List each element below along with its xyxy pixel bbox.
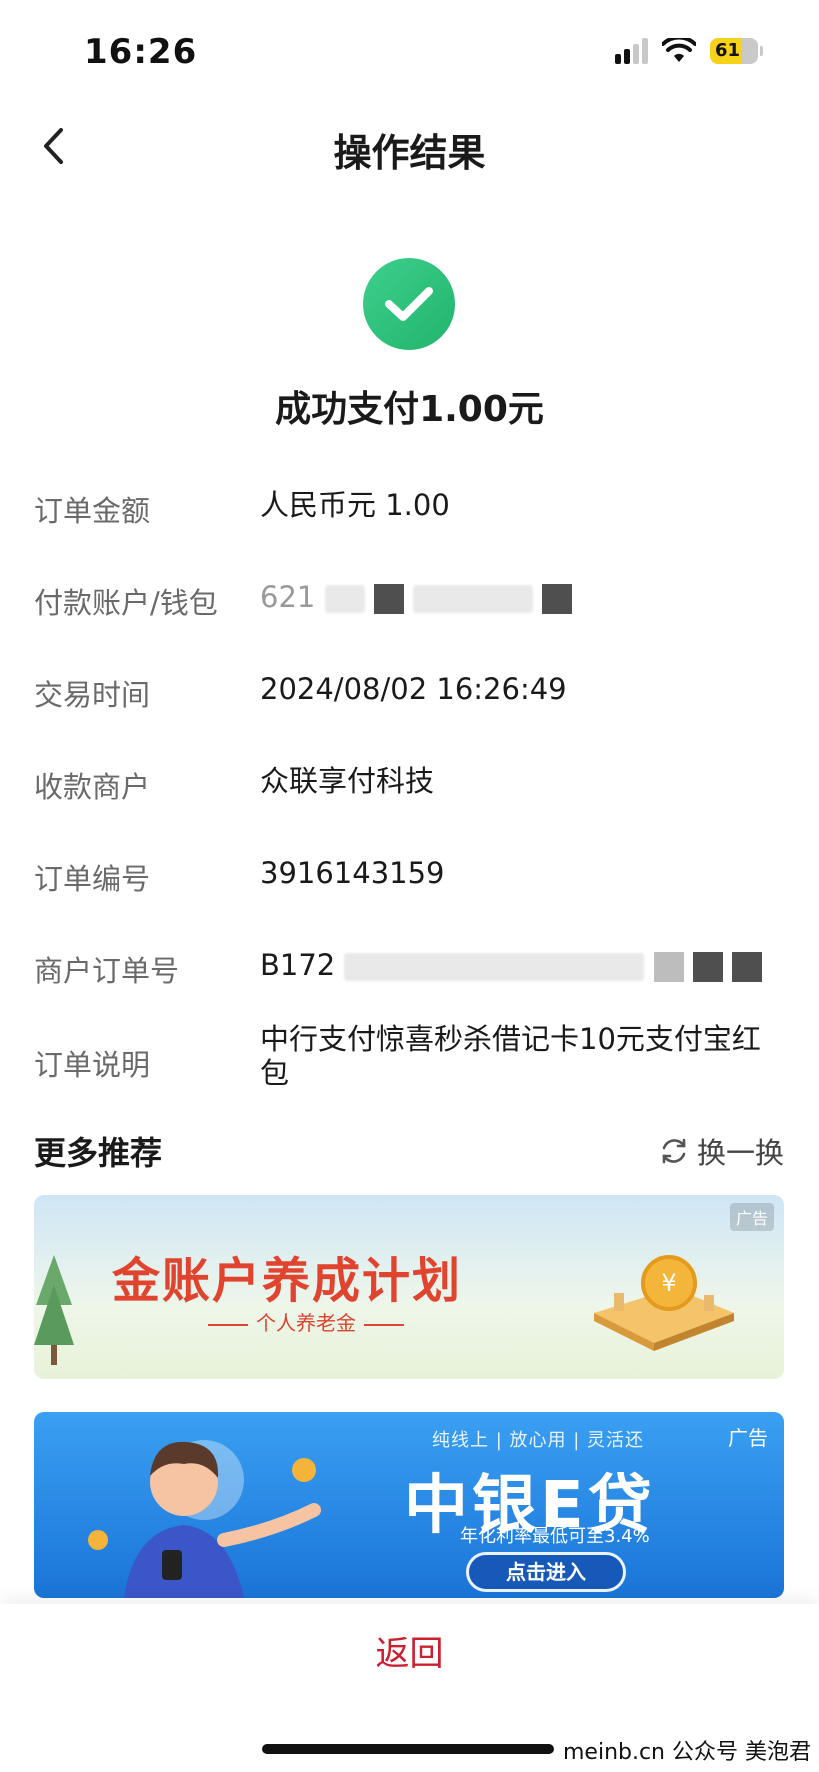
watermark: meinb.cn 公众号 美泡君 — [562, 1740, 811, 1765]
detail-value: 2024/08/02 16:26:49 — [260, 672, 567, 706]
detail-value: 众联享付科技 — [260, 764, 435, 798]
ad-tag: 广告 — [729, 1203, 774, 1231]
redaction-mosaic — [732, 952, 763, 982]
more-recommend-header: 更多推荐 换一换 — [34, 1128, 784, 1178]
cellular-signal-icon — [615, 38, 648, 64]
loan-banner[interactable]: 纯线上 | 放心用 | 灵活还 中银E贷 年化利率最低可至3.4% 点击进入 广… — [34, 1412, 784, 1598]
banner-tagline: 纯线上 | 放心用 | 灵活还 — [432, 1430, 645, 1451]
detail-value-masked: B172 — [260, 948, 800, 982]
redaction-blur — [324, 585, 365, 613]
detail-value: 人民币元 1.00 — [260, 488, 450, 522]
enter-button[interactable]: 点击进入 — [466, 1552, 626, 1592]
detail-label: 订单编号 — [34, 862, 151, 896]
detail-value: 3916143159 — [260, 856, 445, 890]
merchant-order-prefix: B172 — [260, 948, 336, 982]
coin-platform-illustration: ¥ — [594, 1255, 734, 1351]
return-button[interactable]: 返回 — [0, 1624, 819, 1684]
wifi-icon — [662, 38, 696, 62]
detail-value-masked: 621 — [260, 580, 800, 614]
redaction-mosaic — [692, 952, 723, 982]
pension-banner[interactable]: ¥ 金账户养成计划 个人养老金 广告 — [34, 1195, 784, 1379]
page-title: 操作结果 — [333, 131, 486, 175]
payment-result-text: 成功支付1.00元 — [275, 389, 544, 430]
person-illustration — [88, 1440, 321, 1598]
detail-label: 交易时间 — [34, 678, 151, 712]
refresh-button[interactable]: 换一换 — [659, 1130, 784, 1172]
detail-label: 订单金额 — [34, 494, 151, 528]
banner-title: 金账户养成计划 — [112, 1253, 463, 1309]
tree-illustration — [34, 1255, 74, 1365]
battery-level: 61 — [715, 40, 741, 61]
account-prefix: 621 — [260, 580, 316, 614]
section-title: 更多推荐 — [34, 1134, 163, 1172]
redaction-mosaic — [542, 584, 573, 614]
status-time: 16:26 — [84, 32, 198, 72]
redaction-mosaic — [373, 584, 404, 614]
status-icons: 61 — [615, 38, 763, 64]
ad-tag: 广告 — [728, 1426, 768, 1450]
detail-label: 收款商户 — [34, 770, 151, 804]
detail-label: 订单说明 — [34, 1048, 151, 1082]
detail-label: 商户订单号 — [34, 954, 180, 988]
bottom-bar: 返回 meinb.cn 公众号 美泡君 — [0, 1604, 819, 1772]
refresh-label: 换一换 — [696, 1136, 784, 1170]
home-indicator — [262, 1744, 554, 1754]
redaction-mosaic — [653, 952, 684, 982]
detail-label: 付款账户/钱包 — [34, 586, 218, 620]
banner-rate: 年化利率最低可至3.4% — [460, 1526, 650, 1547]
redaction-blur — [344, 953, 645, 981]
svg-text:¥: ¥ — [661, 1269, 676, 1297]
detail-value: 中行支付惊喜秒杀借记卡10元支付宝红包 — [260, 1022, 761, 1090]
success-check-icon — [363, 258, 455, 350]
refresh-icon — [662, 1138, 686, 1164]
redaction-blur — [413, 585, 534, 613]
banner-subtitle: 个人养老金 — [200, 1307, 412, 1336]
battery-icon: 61 — [710, 38, 763, 64]
nav-bar: 操作结果 — [0, 100, 819, 190]
status-bar: 16:26 61 — [0, 0, 819, 100]
